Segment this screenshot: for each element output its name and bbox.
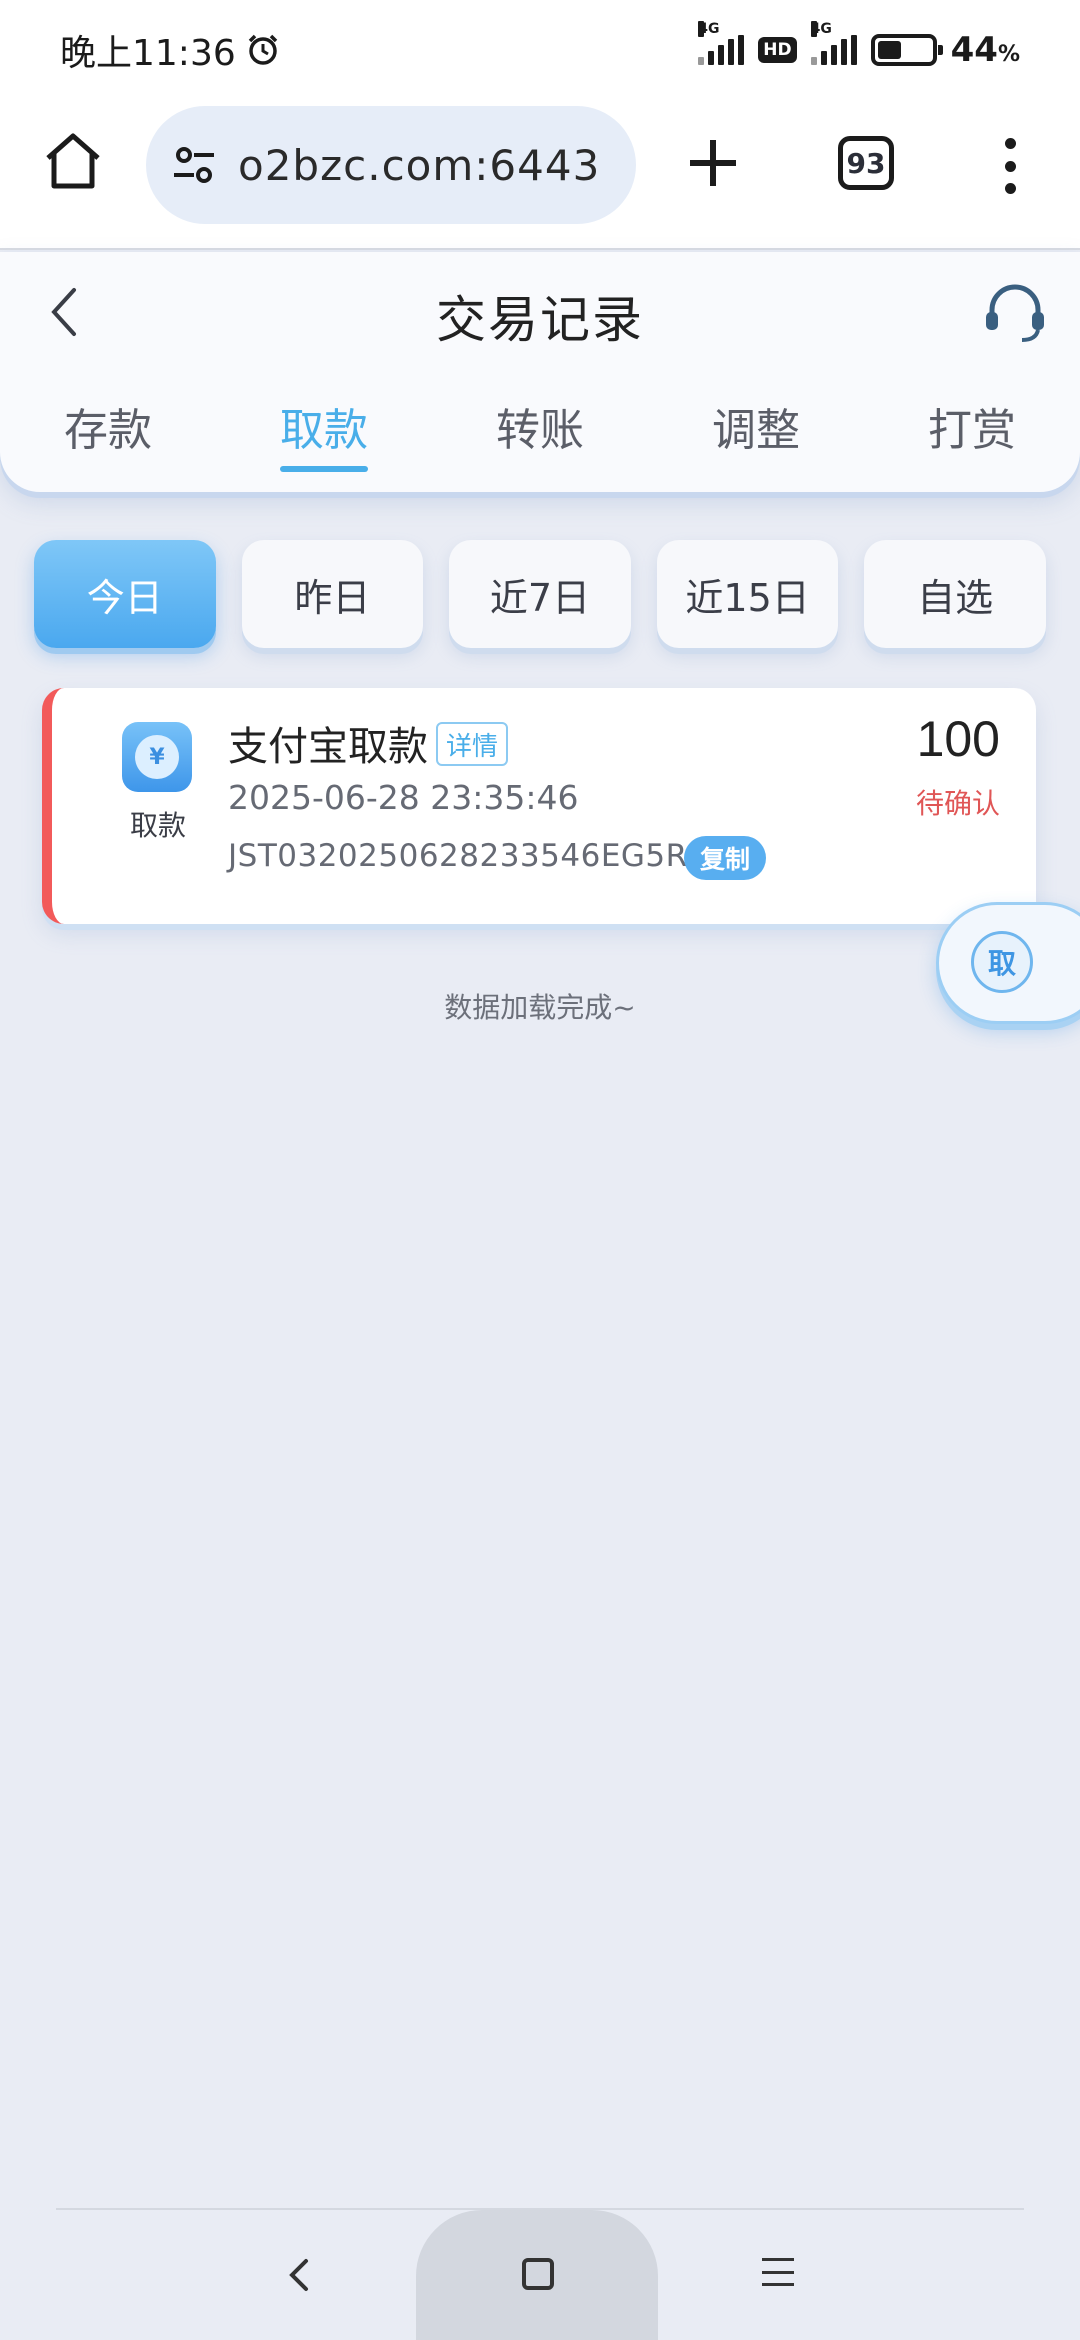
status-time-group: 晚上11:36 (60, 24, 280, 76)
app-header: 交易记录 存款 取款 转账 调整 打赏 (0, 252, 1080, 492)
transaction-record-card[interactable]: ¥ 取款 支付宝取款 详情 2025-06-28 23:35:46 JST032… (42, 688, 1036, 924)
browser-menu-icon[interactable] (990, 138, 1030, 194)
nav-back-icon[interactable] (280, 2255, 320, 2295)
tab-tip[interactable]: 打赏 (864, 390, 1080, 480)
tab-deposit[interactable]: 存款 (0, 390, 216, 480)
battery-percent-value: 44 (950, 30, 998, 70)
page: 晚上11:36 4G HD 4G 44% o2bzc.com:6443 93 交… (0, 0, 1080, 2340)
filter-today[interactable]: 今日 (34, 540, 216, 648)
alarm-icon (248, 34, 277, 65)
copy-order-button[interactable]: 复制 (684, 836, 767, 880)
status-time: 晚上11:36 (60, 33, 236, 74)
yuan-coin-icon: ¥ (135, 735, 179, 779)
site-settings-icon[interactable] (166, 137, 222, 193)
record-datetime: 2025-06-28 23:35:46 (228, 778, 579, 817)
home-icon[interactable] (40, 128, 106, 194)
record-order-number: JST0320250628233546EG5R (228, 838, 688, 874)
tab-withdraw[interactable]: 取款 (216, 390, 432, 480)
customer-service-icon[interactable] (980, 278, 1050, 348)
battery-fill (877, 41, 901, 59)
nav-recents-icon[interactable] (762, 2258, 794, 2286)
signal-icon: 4G (698, 21, 745, 65)
filter-7-days[interactable]: 近7日 (449, 540, 631, 648)
url-text: o2bzc.com:6443 (238, 140, 601, 190)
withdraw-wallet-icon: ¥ (122, 722, 192, 792)
browser-toolbar: o2bzc.com:6443 93 (0, 100, 1080, 250)
filter-custom[interactable]: 自选 (864, 540, 1046, 648)
record-title: 支付宝取款 (228, 724, 428, 770)
tab-switcher-button[interactable]: 93 (838, 136, 894, 190)
record-type: 取款 (129, 809, 186, 842)
record-amount: 100 (916, 711, 1000, 767)
tab-transfer[interactable]: 转账 (432, 390, 648, 480)
filter-15-days[interactable]: 近15日 (656, 540, 839, 648)
signal-icon-2: 4G (810, 21, 857, 65)
battery-icon (870, 34, 943, 66)
withdraw-refresh-icon: 取 (971, 931, 1033, 993)
status-right: 4G HD 4G 44% (698, 21, 1020, 70)
tab-adjust[interactable]: 调整 (648, 390, 864, 480)
page-title: 交易记录 (436, 291, 644, 349)
network-type-2: 4G (810, 21, 832, 37)
hd-badge: HD (758, 37, 797, 63)
date-filters: 今日 昨日 近7日 近15日 自选 (34, 540, 1046, 650)
filter-yesterday[interactable]: 昨日 (241, 540, 424, 648)
load-complete-text: 数据加载完成~ (444, 991, 636, 1024)
status-bar: 晚上11:36 4G HD 4G 44% (0, 0, 1080, 100)
battery-percent-unit: % (997, 42, 1020, 67)
nav-home-icon[interactable] (522, 2258, 554, 2290)
battery-percent: 44% (951, 30, 1020, 70)
detail-button[interactable]: 详情 (436, 722, 509, 766)
transaction-tabs: 存款 取款 转账 调整 打赏 (0, 390, 1080, 480)
record-status: 待确认 (915, 787, 1000, 820)
network-type-1: 4G (698, 21, 720, 37)
address-bar[interactable]: o2bzc.com:6443 (146, 106, 636, 224)
new-tab-icon[interactable] (680, 130, 746, 196)
